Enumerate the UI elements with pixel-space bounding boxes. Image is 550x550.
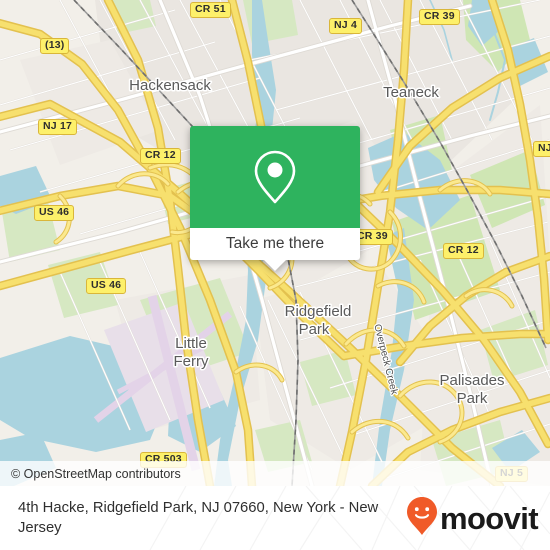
moovit-wordmark: moovit: [440, 500, 539, 536]
place-label: Teaneck: [383, 84, 439, 101]
moovit-smiley-pin-icon: [407, 496, 437, 540]
place-label: Palisades: [439, 372, 504, 389]
popup-icon-area: [190, 126, 360, 228]
route-shield[interactable]: CR 39: [419, 9, 460, 25]
route-shield[interactable]: (13): [40, 38, 70, 54]
map-pin-icon: [252, 148, 298, 206]
route-shield[interactable]: US 46: [86, 278, 127, 294]
popup-action-area[interactable]: Take me there: [190, 228, 360, 260]
popup-pointer-tail: [264, 260, 286, 271]
route-shield[interactable]: CR 12: [443, 243, 484, 259]
place-label: Hackensack: [129, 77, 211, 94]
moovit-logo[interactable]: moovit: [407, 496, 539, 540]
openstreetmap-attribution-text[interactable]: © OpenStreetMap contributors: [0, 467, 181, 481]
route-shield[interactable]: NJ 17: [38, 119, 78, 135]
place-label: Park: [299, 321, 330, 338]
moovit-map-screenshot: Hackensack Teaneck Ridgefield Park Littl…: [0, 0, 550, 550]
route-shield[interactable]: NJ 4: [329, 18, 362, 34]
map-canvas[interactable]: Hackensack Teaneck Ridgefield Park Littl…: [0, 0, 550, 486]
map-attribution-bar: © OpenStreetMap contributors: [0, 461, 550, 486]
place-label: Ridgefield: [285, 303, 352, 320]
place-label: Ferry: [174, 353, 209, 370]
take-me-there-label: Take me there: [225, 235, 325, 252]
footer-bar: 4th Hacke, Ridgefield Park, NJ 07660, Ne…: [0, 486, 550, 550]
address-text: 4th Hacke, Ridgefield Park, NJ 07660, Ne…: [18, 500, 379, 536]
route-shield[interactable]: NJ 4: [533, 141, 550, 157]
route-shield[interactable]: CR 51: [190, 2, 231, 18]
route-shield[interactable]: CR 12: [140, 148, 181, 164]
destination-popup-card[interactable]: Take me there: [190, 126, 360, 271]
place-label: Park: [457, 390, 488, 407]
route-shield[interactable]: US 46: [34, 205, 75, 221]
place-label: Little: [175, 335, 207, 352]
